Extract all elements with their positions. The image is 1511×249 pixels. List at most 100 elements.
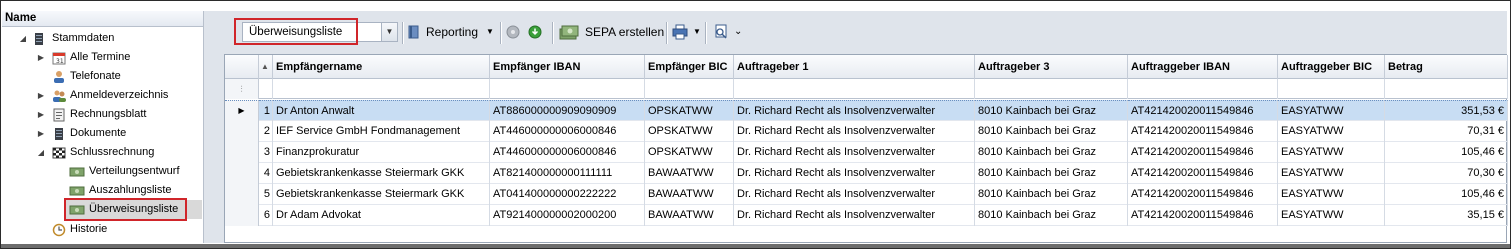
tree-item-verteilungsentwurf[interactable]: Verteilungsentwurf [2, 162, 202, 181]
row-number[interactable]: 5 [259, 184, 273, 205]
table-cell[interactable]: Dr. Richard Recht als Insolvenzverwalter [734, 142, 975, 163]
table-cell[interactable]: Dr Anton Anwalt [273, 100, 490, 121]
tree-item-historie[interactable]: Historie [2, 220, 202, 239]
table-cell[interactable]: 35,15 € [1385, 205, 1508, 226]
table-cell[interactable]: EASYATWW [1278, 163, 1385, 184]
table-cell[interactable]: EASYATWW [1278, 121, 1385, 142]
column-header[interactable]: Auftraggeber IBAN [1128, 55, 1278, 79]
table-cell[interactable]: Dr. Richard Recht als Insolvenzverwalter [734, 205, 975, 226]
table-cell[interactable]: AT041400000000222222 [490, 184, 645, 205]
table-cell[interactable]: OPSKATWW [645, 121, 734, 142]
row-indicator[interactable] [225, 121, 259, 142]
table-cell[interactable]: AT446000000006000846 [490, 142, 645, 163]
table-cell[interactable]: AT921400000002000200 [490, 205, 645, 226]
tree-item-stammdaten[interactable]: ◢ Stammdaten [2, 29, 202, 48]
row-indicator[interactable] [225, 142, 259, 163]
column-header[interactable]: Auftrageber 3 [975, 55, 1128, 79]
table-cell[interactable]: AT821400000000111111 [490, 163, 645, 184]
table-cell[interactable]: BAWAATWW [645, 205, 734, 226]
column-header[interactable]: Empfänger BIC [645, 55, 734, 79]
filter-cell[interactable] [1128, 79, 1278, 99]
row-number[interactable]: 4 [259, 163, 273, 184]
expand-closed-icon[interactable]: ▶ [36, 124, 46, 143]
row-indicator[interactable] [225, 184, 259, 205]
row-number[interactable]: 1 [259, 100, 273, 121]
tree-item-telefonate[interactable]: Telefonate [2, 67, 202, 86]
filter-cell[interactable] [645, 79, 734, 99]
table-cell[interactable]: 8010 Kainbach bei Graz [975, 100, 1128, 121]
filter-cell[interactable] [734, 79, 975, 99]
table-cell[interactable]: EASYATWW [1278, 100, 1385, 121]
row-number[interactable]: 2 [259, 121, 273, 142]
table-cell[interactable]: EASYATWW [1278, 205, 1385, 226]
sort-up-icon[interactable]: ▲ [259, 55, 273, 79]
expand-closed-icon[interactable]: ▶ [36, 86, 46, 105]
filter-cell[interactable] [1278, 79, 1385, 99]
table-cell[interactable]: Dr. Richard Recht als Insolvenzverwalter [734, 121, 975, 142]
table-cell[interactable]: 70,31 € [1385, 121, 1508, 142]
table-cell[interactable]: IEF Service GmbH Fondmanagement [273, 121, 490, 142]
tree-item-anmeldeverzeichnis[interactable]: ▶ Anmeldeverzeichnis [2, 86, 202, 105]
table-cell[interactable]: AT421420020011549846 [1128, 163, 1278, 184]
column-header[interactable]: Empfänger IBAN [490, 55, 645, 79]
expand-closed-icon[interactable]: ▶ [36, 48, 46, 67]
filter-icon[interactable]: ⫶ [225, 79, 259, 99]
filter-cell[interactable] [1385, 79, 1508, 99]
table-cell[interactable]: AT421420020011549846 [1128, 205, 1278, 226]
expand-open-icon[interactable]: ◢ [36, 143, 46, 162]
table-row[interactable]: 3 Finanzprokuratur AT446000000006000846 OPS… [225, 142, 1508, 163]
table-row[interactable]: 6 Dr Adam Advokat AT921400000002000200 BAWA… [225, 205, 1508, 226]
filter-cell[interactable] [259, 79, 273, 99]
table-cell[interactable]: Dr. Richard Recht als Insolvenzverwalter [734, 100, 975, 121]
table-cell[interactable]: EASYATWW [1278, 142, 1385, 163]
tree-item-dokumente[interactable]: ▶ Dokumente [2, 124, 202, 143]
table-cell[interactable]: Finanzprokuratur [273, 142, 490, 163]
column-header[interactable]: Betrag [1385, 55, 1508, 79]
panel-splitter[interactable] [204, 11, 222, 243]
table-cell[interactable]: Gebietskrankenkasse Steiermark GKK [273, 163, 490, 184]
table-cell[interactable]: EASYATWW [1278, 184, 1385, 205]
table-row[interactable]: 4 Gebietskrankenkasse Steiermark GKK AT821… [225, 163, 1508, 184]
table-row[interactable]: ▶ 1 Dr Anton Anwalt AT886000000909090909 OPS… [225, 100, 1508, 121]
table-cell[interactable]: 8010 Kainbach bei Graz [975, 205, 1128, 226]
table-row[interactable]: 2 IEF Service GmbH Fondmanagement AT446000… [225, 121, 1508, 142]
table-cell[interactable]: 8010 Kainbach bei Graz [975, 121, 1128, 142]
table-cell[interactable]: Gebietskrankenkasse Steiermark GKK [273, 184, 490, 205]
table-cell[interactable]: AT446000000006000846 [490, 121, 645, 142]
row-indicator[interactable] [225, 163, 259, 184]
row-pointer-icon[interactable]: ▶ [225, 100, 259, 121]
filter-cell[interactable] [975, 79, 1128, 99]
table-cell[interactable]: 8010 Kainbach bei Graz [975, 184, 1128, 205]
tree-item-alle-termine[interactable]: ▶ 31 Alle Termine [2, 48, 202, 67]
table-cell[interactable]: OPSKATWW [645, 100, 734, 121]
expand-closed-icon[interactable]: ▶ [36, 105, 46, 124]
table-row[interactable]: 5 Gebietskrankenkasse Steiermark GKK AT041… [225, 184, 1508, 205]
table-cell[interactable]: AT421420020011549846 [1128, 121, 1278, 142]
row-indicator[interactable] [225, 205, 259, 226]
table-cell[interactable]: BAWAATWW [645, 163, 734, 184]
filter-cell[interactable] [273, 79, 490, 99]
table-cell[interactable]: 70,30 € [1385, 163, 1508, 184]
row-number[interactable]: 6 [259, 205, 273, 226]
table-cell[interactable]: 8010 Kainbach bei Graz [975, 163, 1128, 184]
table-cell[interactable]: AT421420020011549846 [1128, 142, 1278, 163]
table-cell[interactable]: OPSKATWW [645, 142, 734, 163]
table-cell[interactable]: 105,46 € [1385, 142, 1508, 163]
table-cell[interactable]: Dr. Richard Recht als Insolvenzverwalter [734, 184, 975, 205]
table-cell[interactable]: AT886000000909090909 [490, 100, 645, 121]
table-cell[interactable]: AT421420020011549846 [1128, 184, 1278, 205]
tree-item-rechnungsblatt[interactable]: ▶ Rechnungsblatt [2, 105, 202, 124]
tree-item-schlussrechnung[interactable]: ◢ Schlussrechnung [2, 143, 202, 162]
table-cell[interactable]: Dr Adam Advokat [273, 205, 490, 226]
table-cell[interactable]: 105,46 € [1385, 184, 1508, 205]
table-cell[interactable]: 351,53 € [1385, 100, 1508, 121]
row-number[interactable]: 3 [259, 142, 273, 163]
column-header[interactable]: Auftraggeber BIC [1278, 55, 1385, 79]
chevron-down-icon[interactable]: ▼ [381, 23, 397, 41]
column-header[interactable]: Empfängername [273, 55, 490, 79]
expand-open-icon[interactable]: ◢ [18, 29, 28, 48]
table-cell[interactable]: Dr. Richard Recht als Insolvenzverwalter [734, 163, 975, 184]
table-cell[interactable]: AT421420020011549846 [1128, 100, 1278, 121]
table-cell[interactable]: BAWAATWW [645, 184, 734, 205]
column-header[interactable]: Auftrageber 1 [734, 55, 975, 79]
